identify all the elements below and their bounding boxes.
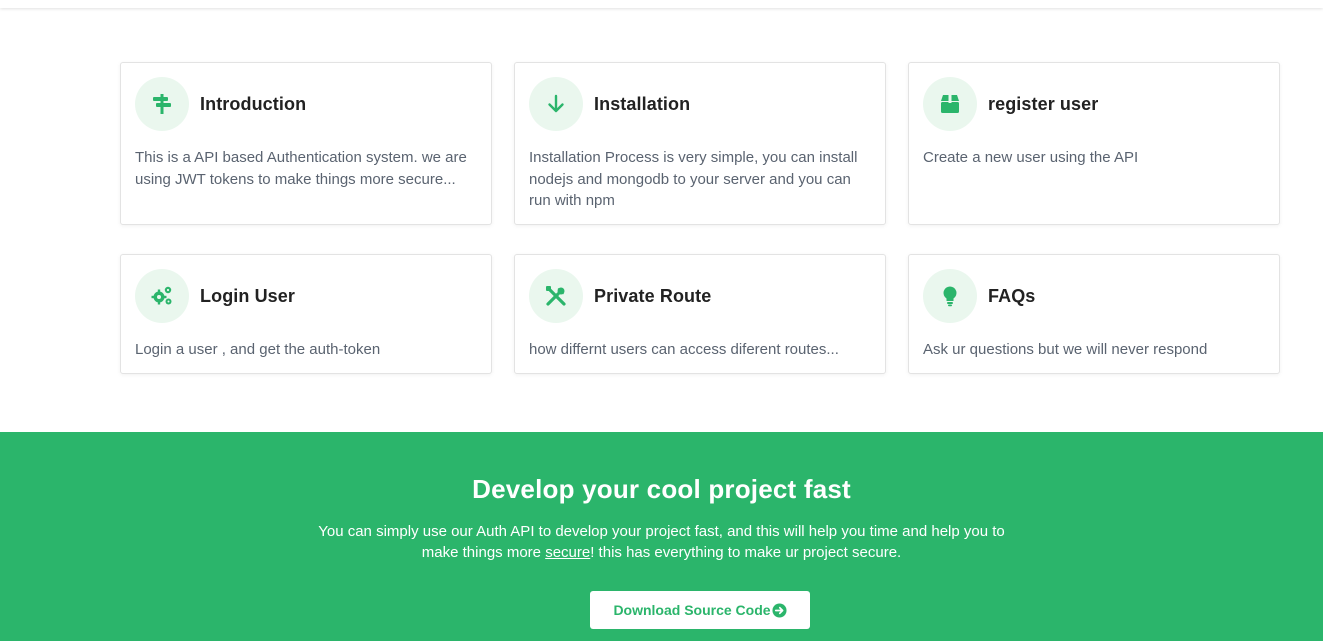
card-description: Create a new user using the API (923, 149, 1139, 166)
lightbulb-icon (923, 269, 977, 323)
header-bar (0, 0, 1323, 8)
card-description: Login a user , and get the auth-token (135, 341, 381, 358)
card-description: This is a API based Authentication syste… (135, 149, 467, 188)
banner-title: Develop your cool project fast (472, 474, 851, 504)
cta-banner: Develop your cool project fast You can s… (0, 432, 1323, 641)
card-title: Login User (200, 285, 296, 306)
box-icon (923, 77, 977, 131)
card-title: Introduction (200, 93, 307, 114)
card-login-user[interactable]: Login User Login a user , and get the au… (120, 254, 492, 374)
card-installation[interactable]: Installation Installation Process is ver… (514, 62, 886, 225)
feature-grid: Introduction This is a API based Authent… (120, 62, 1280, 374)
card-title: register user (988, 93, 1099, 114)
arrow-circle-right-icon (772, 602, 787, 618)
download-source-button[interactable]: Download Source Code (590, 591, 810, 629)
card-title: Private Route (594, 285, 712, 306)
card-description: Installation Process is very simple, you… (529, 149, 858, 209)
tools-icon (529, 269, 583, 323)
download-button-label: Download Source Code (613, 602, 771, 618)
card-private-route[interactable]: Private Route how differnt users can acc… (514, 254, 886, 374)
banner-text: You can simply use our Auth API to devel… (312, 521, 1012, 563)
banner-text-end: ! this has everything to make ur project… (590, 544, 902, 561)
card-faqs[interactable]: FAQs Ask ur questions but we will never … (908, 254, 1280, 374)
gears-icon (135, 269, 189, 323)
card-register-user[interactable]: register user Create a new user using th… (908, 62, 1280, 225)
card-description: Ask ur questions but we will never respo… (923, 341, 1208, 358)
card-title: FAQs (988, 285, 1036, 306)
card-description: how differnt users can access diferent r… (529, 341, 839, 358)
signpost-icon (135, 77, 189, 131)
secure-link[interactable]: secure (545, 544, 590, 561)
card-introduction[interactable]: Introduction This is a API based Authent… (120, 62, 492, 225)
card-title: Installation (594, 93, 691, 114)
arrow-down-icon (529, 77, 583, 131)
